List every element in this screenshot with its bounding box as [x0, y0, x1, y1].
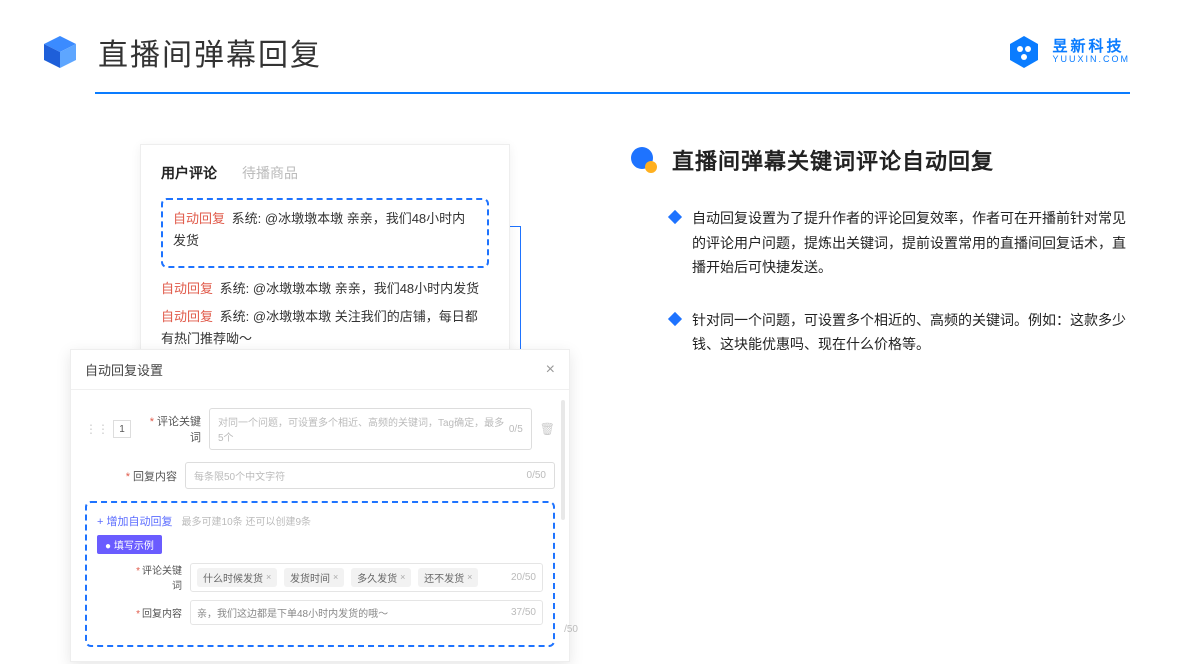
row-index: 1: [113, 420, 131, 438]
screenshot-column: 用户评论 待播商品 自动回复 系统: @冰墩墩本墩 亲亲，我们48小时内发货 自…: [70, 144, 570, 644]
bullet-text: 针对同一个问题，可设置多个相近的、高频的关键词。例如：这款多少钱、这块能优惠吗、…: [692, 308, 1130, 357]
outside-count: /50: [564, 624, 578, 635]
comment-line: 自动回复 系统: @冰墩墩本墩 关注我们的店铺，每日都有热门推荐呦～: [161, 306, 489, 350]
tag-remove-icon: ×: [400, 572, 405, 582]
content-area: 用户评论 待播商品 自动回复 系统: @冰墩墩本墩 亲亲，我们48小时内发货 自…: [0, 94, 1180, 644]
example-content-row: *回复内容 亲，我们这边都是下单48小时内发货的哦～ 37/50: [97, 600, 543, 625]
keyword-input[interactable]: 对同一个问题，可设置多个相近、高频的关键词，Tag确定，最多5个 0/5: [209, 408, 532, 450]
highlighted-comment: 自动回复 系统: @冰墩墩本墩 亲亲，我们48小时内发货: [161, 198, 489, 268]
content-input[interactable]: 每条限50个中文字符 0/50: [185, 462, 555, 489]
tab-pending-products[interactable]: 待播商品: [242, 163, 298, 183]
example-keyword-row: *评论关键词 什么时候发货× 发货时间× 多久发货× 还不发货× 20/50: [97, 562, 543, 592]
page-title: 直播间弹幕回复: [98, 30, 322, 74]
tag-remove-icon: ×: [467, 572, 472, 582]
bullet-item: 自动回复设置为了提升作者的评论回复效率，作者可在开播前针对常见的评论用户问题，提…: [630, 206, 1130, 280]
example-content-label: *回复内容: [127, 605, 182, 620]
brand-icon: [1006, 34, 1042, 70]
tab-user-comments[interactable]: 用户评论: [161, 163, 217, 183]
delete-icon[interactable]: 🗑: [540, 422, 555, 436]
keyword-row: ⋮⋮ 1 *评论关键词 对同一个问题，可设置多个相近、高频的关键词，Tag确定，…: [85, 408, 555, 450]
auto-reply-label: 自动回复: [161, 281, 213, 296]
brand-name-cn: 昱新科技: [1052, 39, 1130, 56]
comment-line: 自动回复 系统: @冰墩墩本墩 亲亲，我们48小时内发货: [173, 208, 477, 252]
bullet-item: 针对同一个问题，可设置多个相近的、高频的关键词。例如：这款多少钱、这块能优惠吗、…: [630, 308, 1130, 357]
close-icon[interactable]: ×: [546, 361, 555, 379]
diamond-icon: [668, 311, 682, 325]
keyword-label: *评论关键词: [141, 413, 201, 445]
example-keyword-label: *评论关键词: [127, 562, 182, 592]
content-placeholder: 每条限50个中文字符: [194, 468, 285, 483]
keyword-tag[interactable]: 还不发货×: [418, 568, 478, 587]
auto-reply-label: 自动回复: [161, 309, 213, 324]
page-header: 直播间弹幕回复 昱新科技 YUUXIN.COM: [0, 0, 1180, 84]
section-heading: 直播间弹幕关键词评论自动回复: [630, 144, 1130, 176]
example-keyword-input[interactable]: 什么时候发货× 发货时间× 多久发货× 还不发货× 20/50: [190, 563, 543, 592]
keyword-placeholder: 对同一个问题，可设置多个相近、高频的关键词，Tag确定，最多5个: [218, 414, 509, 444]
example-content-input[interactable]: 亲，我们这边都是下单48小时内发货的哦～ 37/50: [190, 600, 543, 625]
auto-reply-label: 自动回复: [173, 211, 225, 226]
header-left: 直播间弹幕回复: [40, 30, 322, 74]
description-column: 直播间弹幕关键词评论自动回复 自动回复设置为了提升作者的评论回复效率，作者可在开…: [630, 144, 1130, 644]
scrollbar[interactable]: [561, 400, 565, 520]
content-label: *回复内容: [117, 468, 177, 484]
keyword-tag[interactable]: 什么时候发货×: [197, 568, 277, 587]
system-label: 系统:: [220, 281, 250, 296]
brand-text: 昱新科技 YUUXIN.COM: [1052, 39, 1130, 65]
comment-text: @冰墩墩本墩 亲亲，我们48小时内发货: [253, 281, 479, 296]
tag-list: 什么时候发货× 发货时间× 多久发货× 还不发货×: [197, 568, 482, 587]
example-content-count: 37/50: [511, 607, 536, 618]
add-auto-reply-link[interactable]: + 增加自动回复: [97, 516, 172, 528]
diamond-icon: [668, 210, 682, 224]
auto-reply-settings-dialog: 自动回复设置 × ⋮⋮ 1 *评论关键词 对同一个问题，可设置多个相近、高频的关…: [70, 349, 570, 662]
add-note: 最多可建10条 还可以创建9条: [182, 517, 311, 528]
comment-tabs: 用户评论 待播商品: [161, 163, 489, 183]
bullet-text: 自动回复设置为了提升作者的评论回复效率，作者可在开播前针对常见的评论用户问题，提…: [692, 206, 1130, 280]
content-count: 0/50: [527, 470, 546, 481]
dialog-title: 自动回复设置: [85, 360, 163, 379]
dialog-body: ⋮⋮ 1 *评论关键词 对同一个问题，可设置多个相近、高频的关键词，Tag确定，…: [71, 390, 569, 661]
comments-panel: 用户评论 待播商品 自动回复 系统: @冰墩墩本墩 亲亲，我们48小时内发货 自…: [140, 144, 510, 379]
content-row: *回复内容 每条限50个中文字符 0/50: [85, 462, 555, 489]
example-block: + 增加自动回复 最多可建10条 还可以创建9条 ● 填写示例 *评论关键词 什…: [85, 501, 555, 647]
add-auto-reply-row: + 增加自动回复 最多可建10条 还可以创建9条: [97, 513, 543, 529]
example-content-value: 亲，我们这边都是下单48小时内发货的哦～: [197, 605, 388, 620]
comment-line: 自动回复 系统: @冰墩墩本墩 亲亲，我们48小时内发货: [161, 278, 489, 300]
cube-icon: [40, 32, 80, 72]
drag-handle-icon[interactable]: ⋮⋮: [85, 422, 109, 436]
tag-remove-icon: ×: [266, 572, 271, 582]
bubble-icon: [630, 146, 658, 174]
keyword-tag[interactable]: 发货时间×: [284, 568, 344, 587]
example-badge: ● 填写示例: [97, 535, 162, 554]
connector-line: [510, 226, 521, 227]
system-label: 系统:: [220, 309, 250, 324]
brand-logo: 昱新科技 YUUXIN.COM: [1006, 34, 1130, 70]
section-title: 直播间弹幕关键词评论自动回复: [672, 144, 994, 176]
example-keyword-count: 20/50: [511, 572, 536, 583]
brand-name-en: YUUXIN.COM: [1052, 55, 1130, 65]
dialog-header: 自动回复设置 ×: [71, 350, 569, 390]
keyword-count: 0/5: [509, 424, 523, 435]
system-label: 系统:: [232, 211, 262, 226]
keyword-tag[interactable]: 多久发货×: [351, 568, 411, 587]
tag-remove-icon: ×: [333, 572, 338, 582]
